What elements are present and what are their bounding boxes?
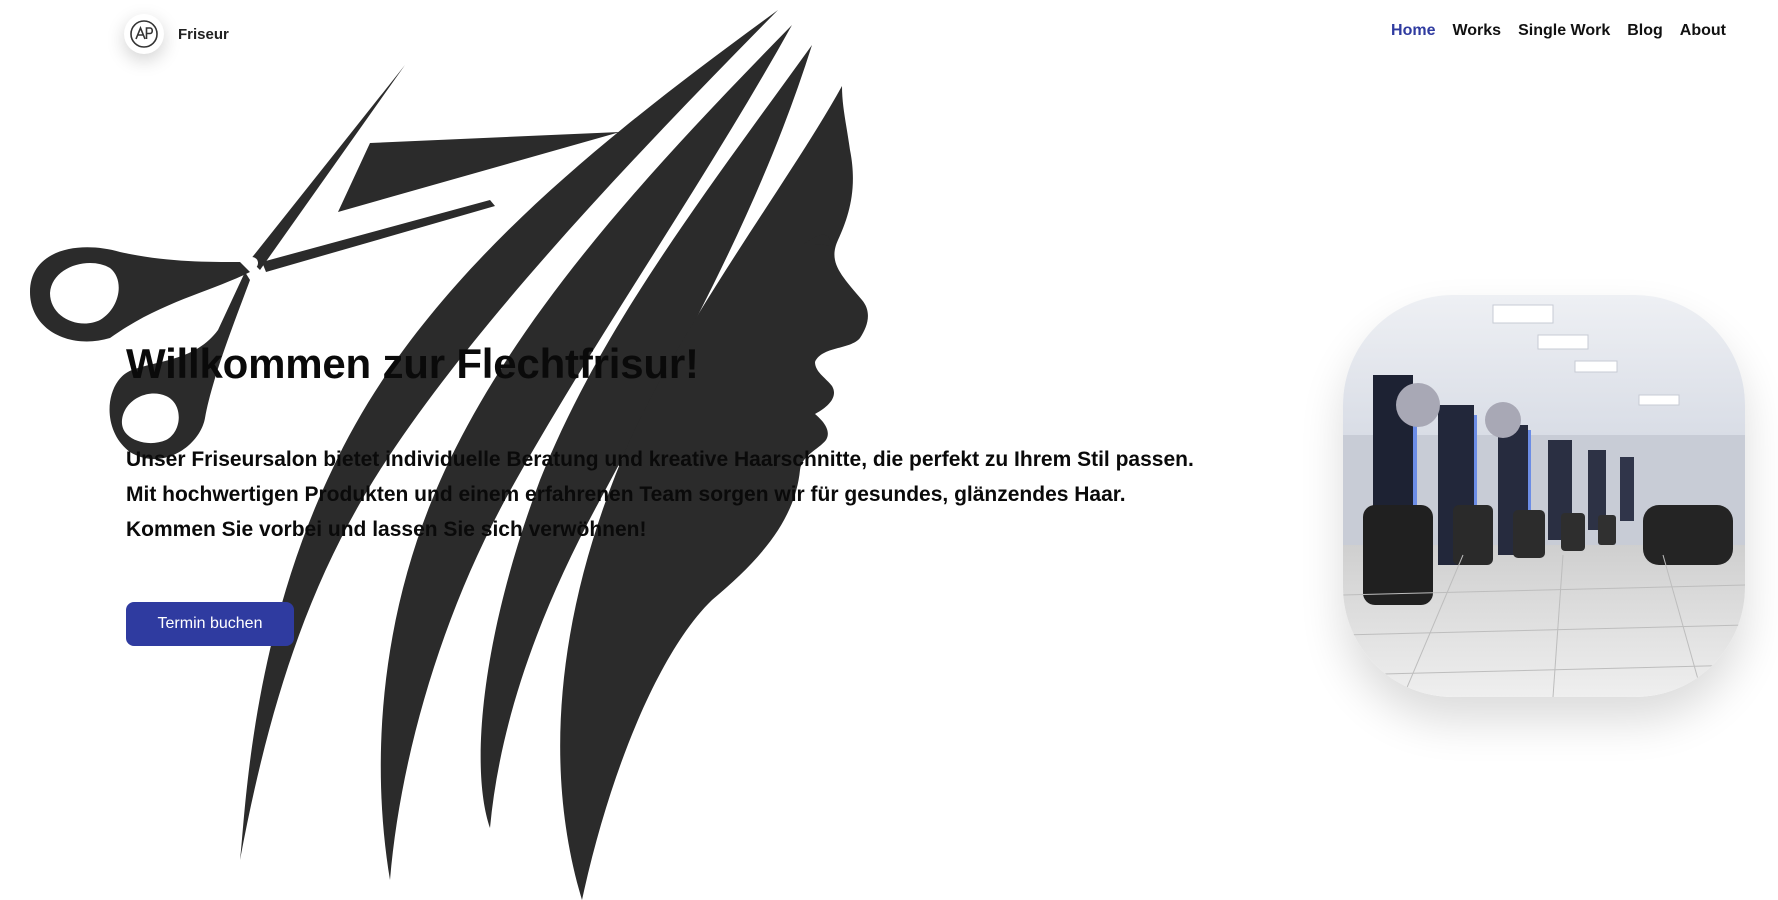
scissor-ring-left [30,247,250,342]
scissor-pivot [246,257,258,269]
logo-text: Friseur [178,25,229,43]
nav-item-blog[interactable]: Blog [1627,22,1663,40]
nav-item-home[interactable]: Home [1391,22,1435,40]
salon-interior-photo [1343,295,1745,697]
main-nav: Home Works Single Work Blog About [1391,22,1726,40]
hero-description: Unser Friseursalon bietet individuelle B… [126,442,1326,547]
page: Friseur Home Works Single Work Blog Abou… [0,0,1778,900]
book-appointment-button[interactable]: Termin buchen [126,602,294,646]
hero-description-line: Kommen Sie vorbei und lassen Sie sich ve… [126,518,647,541]
nav-item-about[interactable]: About [1680,22,1726,40]
hero-content: Willkommen zur Flechtfrisur! Unser Frise… [126,340,1326,646]
hero-description-line: Mit hochwertigen Produkten und einem erf… [126,483,1126,506]
hero-description-line: Unser Friseursalon bietet individuelle B… [126,448,1194,471]
ap-logo-icon [124,14,164,54]
logo[interactable]: Friseur [124,14,229,54]
hero-title: Willkommen zur Flechtfrisur! [126,340,699,387]
site-header: Friseur Home Works Single Work Blog Abou… [0,0,1778,72]
nav-item-single-work[interactable]: Single Work [1518,22,1610,40]
nav-item-works[interactable]: Works [1452,22,1501,40]
